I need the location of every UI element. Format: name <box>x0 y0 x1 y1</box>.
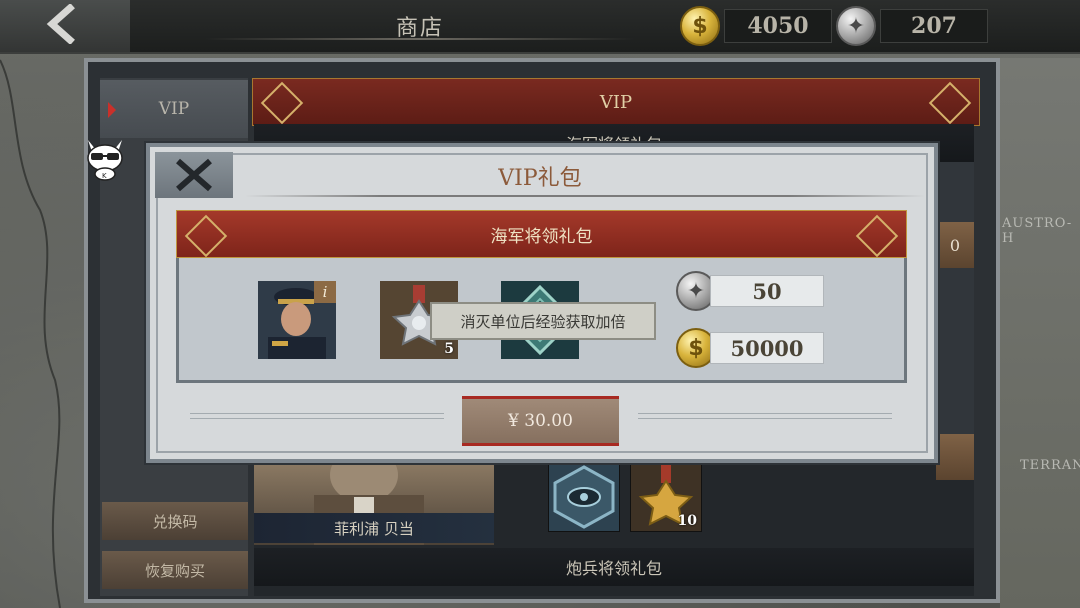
close-button[interactable] <box>155 152 233 198</box>
side-stub-1: 0 <box>936 222 974 268</box>
gold-amount: 4050 <box>724 9 832 43</box>
tab-vip-label: VIP <box>158 99 190 119</box>
header-ornament-left <box>260 81 304 125</box>
buy-button[interactable]: ¥ 30.00 <box>462 396 619 446</box>
silver-reward-amount: 50 <box>710 275 824 307</box>
vip-section-header: VIP <box>252 78 980 126</box>
page-title: 商店 <box>395 16 444 41</box>
gold-reward-amount: 50000 <box>710 332 824 364</box>
right-map-edge: AUSTRO-H TERRANE <box>1000 58 1080 608</box>
gold-currency: $ 4050 <box>680 6 832 46</box>
map-label-2: TERRANE <box>1020 458 1080 473</box>
top-bar: 商店 $ 4050 ✦ 207 <box>0 0 1080 54</box>
eye-emblem-tile[interactable] <box>548 462 620 532</box>
back-button[interactable] <box>0 0 130 52</box>
svg-text:K: K <box>102 172 107 180</box>
restore-purchase-button[interactable]: 恢复购买 <box>102 551 248 589</box>
silver-currency: ✦ 207 <box>836 6 988 46</box>
vip-header-label: VIP <box>599 91 633 113</box>
title-divider <box>245 195 925 197</box>
pack-name: 海军将领礼包 <box>490 226 593 247</box>
back-arrow-icon <box>44 3 78 48</box>
title-underline <box>205 38 635 40</box>
officer-name: 菲利浦 贝当 <box>254 513 494 543</box>
eye-emblem-icon <box>553 465 615 529</box>
cat-mascot-icon[interactable]: K <box>82 136 128 182</box>
silver-amount: 207 <box>880 9 988 43</box>
reward-tooltip: 消灭单位后经验获取加倍 <box>430 302 656 340</box>
admiral-portrait-tile[interactable]: i <box>258 281 336 359</box>
price-deco-right <box>638 413 892 427</box>
active-tab-marker <box>108 102 116 118</box>
pack-ornament-left <box>184 214 228 258</box>
map-label-1: AUSTRO-H <box>1002 216 1073 246</box>
silver-coin-icon: ✦ <box>836 6 876 46</box>
pack-header: 海军将领礼包 <box>176 210 907 258</box>
artillery-pack-title: 炮兵将领礼包 <box>254 548 974 586</box>
info-icon[interactable]: i <box>314 281 336 303</box>
dialog-title: VIP礼包 <box>498 166 582 191</box>
side-stub-2 <box>936 434 974 480</box>
pack-ornament-right <box>855 214 899 258</box>
medal-quantity: 5 <box>444 341 454 357</box>
header-ornament-right <box>928 81 972 125</box>
tab-vip[interactable]: VIP <box>100 80 248 138</box>
gold-medal-tile[interactable]: 10 <box>630 462 702 532</box>
price-deco-left <box>190 413 444 427</box>
medal-count: 10 <box>677 513 697 529</box>
close-icon <box>176 158 212 192</box>
redeem-code-button[interactable]: 兑换码 <box>102 502 248 540</box>
gold-coin-icon: $ <box>680 6 720 46</box>
